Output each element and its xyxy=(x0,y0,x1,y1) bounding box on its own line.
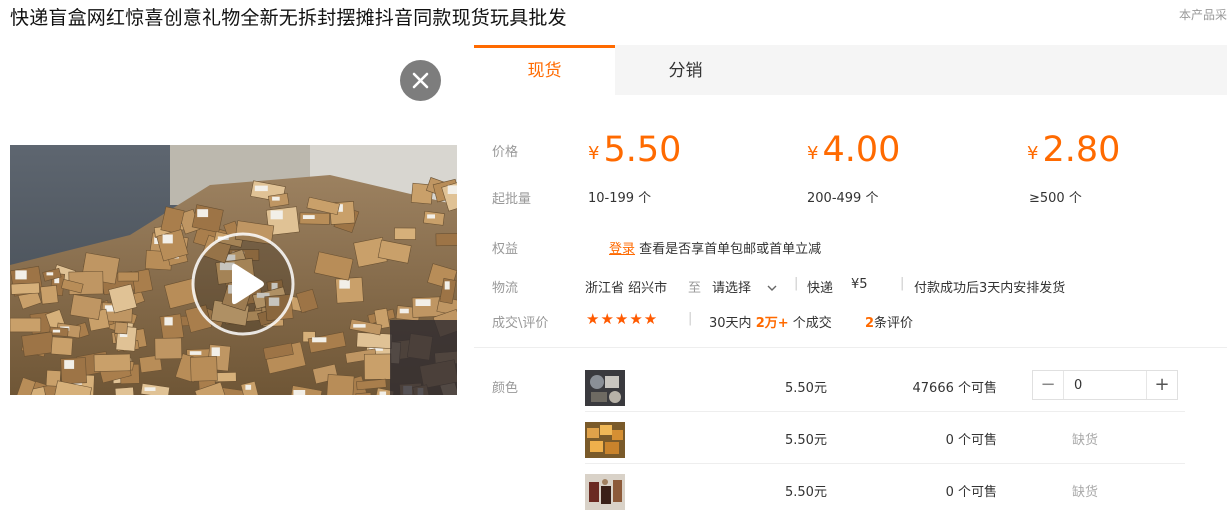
deal-period: 30天内 xyxy=(709,316,752,331)
benefits-text: 查看是否享首单包邮或首单立减 xyxy=(639,242,822,257)
section-divider xyxy=(474,347,1227,348)
logistics-origin: 浙江省 绍兴市 xyxy=(585,281,668,296)
sku-stock: 47666 个可售 xyxy=(912,381,998,396)
deal-count: 30天内 2万+ 个成交 xyxy=(709,312,832,331)
sku-stock: 0 个可售 xyxy=(945,433,997,448)
plus-icon[interactable]: + xyxy=(1146,371,1177,399)
sku-price: 5.50元 xyxy=(785,485,827,500)
currency-symbol: ¥ xyxy=(588,143,600,164)
sku-row: 5.50元 0 个可售 缺货 xyxy=(585,465,1185,515)
login-link[interactable]: 登录 xyxy=(609,242,635,257)
price-value: 4.00 xyxy=(822,130,901,170)
quantity-input[interactable] xyxy=(1064,371,1146,399)
logistics-separator: | xyxy=(794,276,799,291)
deal-suffix: 个成交 xyxy=(792,316,832,331)
review-suffix: 条评价 xyxy=(874,316,914,331)
sku-price: 5.50元 xyxy=(785,433,827,448)
logistics-fee: ¥5 xyxy=(851,277,868,292)
reviews-separator: | xyxy=(688,311,693,326)
benefits-row: 登录 查看是否享首单包邮或首单立减 xyxy=(609,238,821,257)
rating-stars: ★★★★★ xyxy=(586,310,659,328)
close-video-button[interactable] xyxy=(400,60,441,101)
minus-icon[interactable]: − xyxy=(1033,371,1064,399)
price-value: 2.80 xyxy=(1042,130,1121,170)
price-tier-2: ¥4.00 xyxy=(807,130,900,170)
product-video[interactable] xyxy=(10,145,457,395)
moq-range-3: ≥500 个 xyxy=(1029,191,1082,206)
destination-select[interactable]: 请选择 xyxy=(712,277,777,296)
offer-tabs: 现货 分销 xyxy=(474,45,1227,95)
currency-symbol: ¥ xyxy=(1027,143,1039,164)
play-icon[interactable] xyxy=(190,231,296,337)
moq-range-2: 200-499 个 xyxy=(807,191,879,206)
review-count: 2 xyxy=(865,316,875,331)
reviews-label: 成交\评价 xyxy=(492,316,549,331)
currency-symbol: ¥ xyxy=(807,143,819,164)
sku-thumbnail-image xyxy=(585,370,625,406)
benefits-label: 权益 xyxy=(492,242,519,257)
logistics-to: 至 xyxy=(688,281,702,296)
tab-in-stock[interactable]: 现货 xyxy=(474,45,615,95)
color-label: 颜色 xyxy=(492,381,519,396)
sku-row: 5.50元 0 个可售 缺货 xyxy=(585,413,1185,464)
corner-note: 本产品采 xyxy=(1178,8,1227,22)
logistics-separator: | xyxy=(900,276,905,291)
price-tier-3: ¥2.80 xyxy=(1027,130,1120,170)
out-of-stock-label: 缺货 xyxy=(1072,485,1099,500)
quantity-stepper: − + xyxy=(1032,370,1178,400)
deal-number: 2万+ xyxy=(755,316,789,331)
logistics-label: 物流 xyxy=(492,281,519,296)
product-title: 快递盲盒网红惊喜创意礼物全新无拆封摆摊抖音同款现货玩具批发 xyxy=(10,7,567,29)
destination-value: 请选择 xyxy=(712,281,752,296)
sku-price: 5.50元 xyxy=(785,381,827,396)
close-icon xyxy=(412,72,429,89)
sku-row: 5.50元 47666 个可售 − + xyxy=(585,361,1185,412)
price-label: 价格 xyxy=(492,145,519,160)
moq-label: 起批量 xyxy=(492,192,532,207)
logistics-note: 付款成功后3天内安排发货 xyxy=(914,281,1066,296)
price-value: 5.50 xyxy=(603,130,682,170)
sku-thumbnail[interactable] xyxy=(585,422,625,458)
sku-thumbnail-image xyxy=(585,422,625,458)
price-tier-1: ¥5.50 xyxy=(588,130,681,170)
chevron-down-icon xyxy=(767,285,777,291)
sku-stock: 0 个可售 xyxy=(945,485,997,500)
out-of-stock-label: 缺货 xyxy=(1072,433,1099,448)
sku-thumbnail[interactable] xyxy=(585,370,625,406)
review-link[interactable]: 2条评价 xyxy=(865,312,913,331)
logistics-method: 快递 xyxy=(807,281,834,296)
tab-distribution[interactable]: 分销 xyxy=(615,45,756,95)
moq-range-1: 10-199 个 xyxy=(588,191,652,206)
